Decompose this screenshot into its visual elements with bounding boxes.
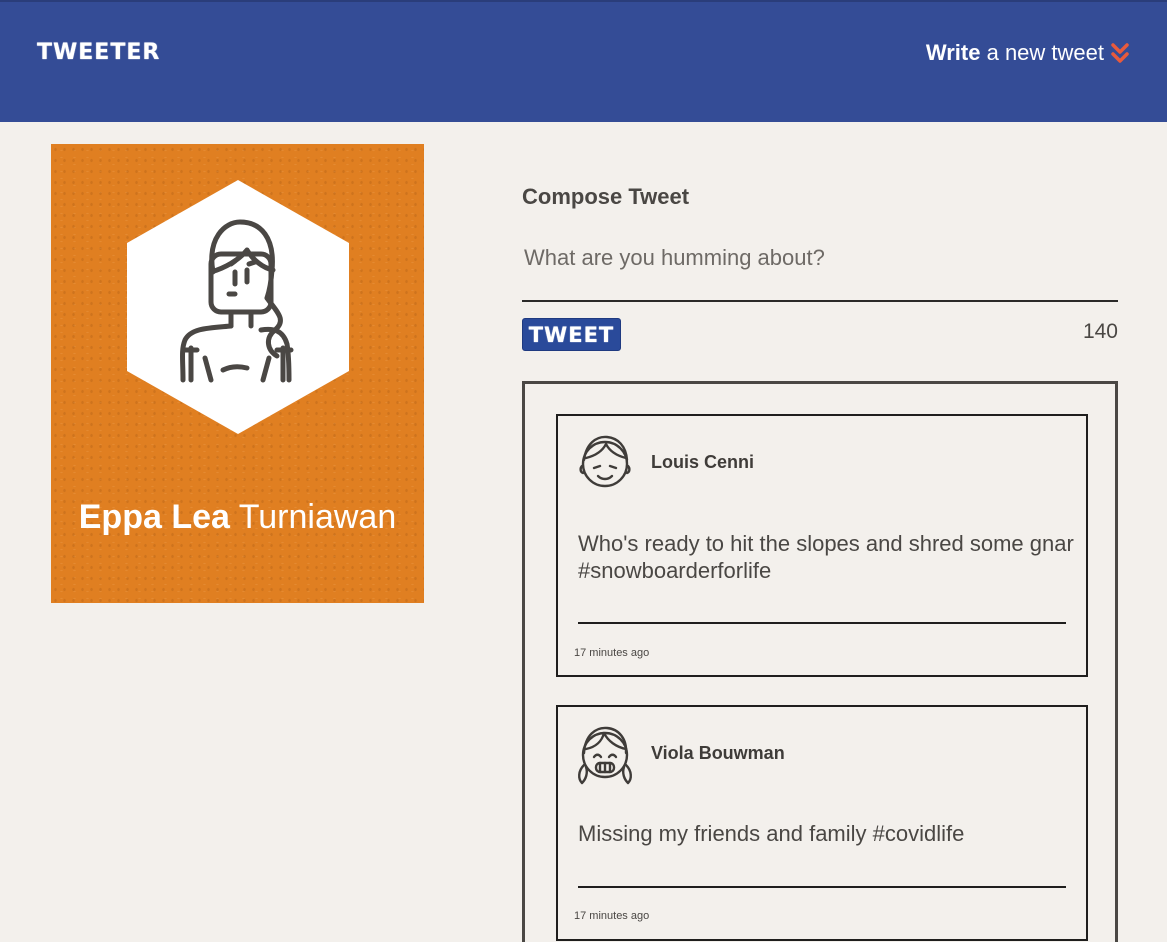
double-chevron-down-icon[interactable] xyxy=(1111,42,1129,66)
tweet-card: Viola Bouwman Missing my friends and fam… xyxy=(556,705,1088,941)
write-label-rest: a new tweet xyxy=(980,40,1104,65)
tweet-text: Missing my friends and family #covidlife xyxy=(578,821,965,846)
tweet-button[interactable]: TWEET xyxy=(522,318,621,351)
tweet-timestamp: 17 minutes ago xyxy=(574,647,650,659)
tweet-divider xyxy=(578,886,1066,888)
tweet-timestamp: 17 minutes ago xyxy=(574,910,650,922)
profile-card: Eppa Lea Turniawan xyxy=(51,144,424,603)
boy-avatar-icon xyxy=(579,435,631,488)
tweet-author-name[interactable]: Louis Cenni xyxy=(651,452,754,473)
compose-title: Compose Tweet xyxy=(522,184,690,209)
write-new-tweet-link[interactable]: Write a new tweet xyxy=(926,40,1104,66)
profile-last-name: Turniawan xyxy=(229,498,397,536)
compose-tweet-input[interactable] xyxy=(522,240,1118,302)
write-label-bold: Write xyxy=(925,40,981,65)
tweet-card: Louis Cenni Who's ready to hit the slope… xyxy=(556,414,1088,677)
tweet-text: Who's ready to hit the slopes and shred … xyxy=(578,531,1074,583)
girl-avatar-icon xyxy=(578,726,632,785)
top-nav: TWEETER Write a new tweet xyxy=(0,0,1167,122)
woman-avatar-icon xyxy=(127,180,349,434)
profile-first-name: Eppa Lea xyxy=(78,498,230,536)
tweet-feed: Louis Cenni Who's ready to hit the slope… xyxy=(522,381,1118,942)
character-counter: 140 xyxy=(1082,320,1118,343)
profile-name: Eppa Lea Turniawan xyxy=(51,498,424,537)
brand-logo[interactable]: TWEETER xyxy=(37,40,160,65)
tweet-author-name[interactable]: Viola Bouwman xyxy=(651,743,785,764)
tweet-divider xyxy=(578,622,1066,624)
